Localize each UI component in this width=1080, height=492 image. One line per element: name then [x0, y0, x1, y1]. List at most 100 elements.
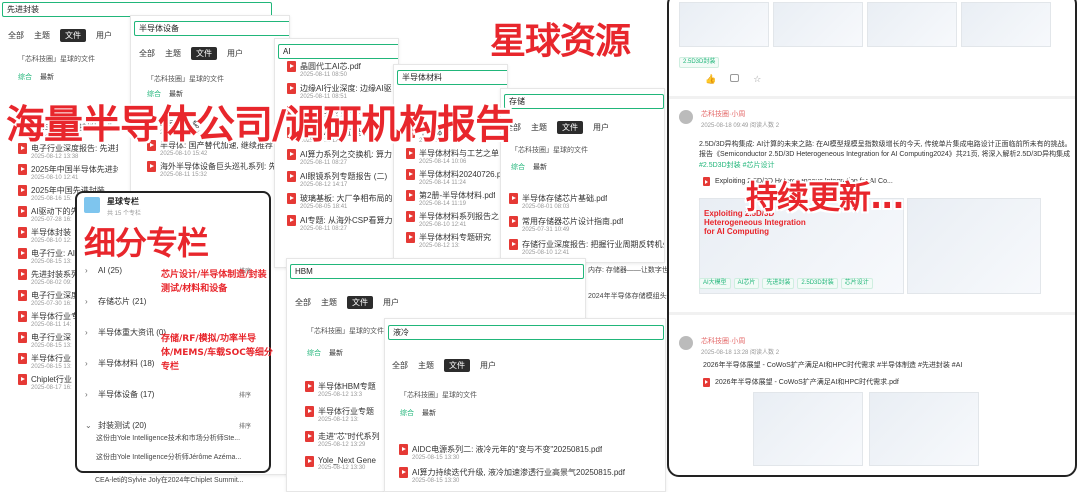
tab-all[interactable]: 全部 — [8, 29, 24, 42]
tab-user[interactable]: 用户 — [227, 47, 243, 60]
column-sub-item[interactable]: 这份由Yole Intelligence分析师Jérôme Azéma... — [96, 452, 241, 462]
column-label: 半导体重大资讯 (0) — [98, 328, 166, 337]
file-row[interactable]: 半导体材料专题研究 2025-08-12 13: — [406, 232, 506, 249]
file-row[interactable]: 存储行业深度报告: 把握行业周期反转机会 2025-08-10 12:41 — [509, 239, 664, 256]
file-row[interactable]: 晶圆代工AI芯.pdf 2025-08-11 08:50 — [287, 61, 398, 78]
file-row[interactable]: AIDC电源系列二: 液冷元年的"变与不变"20250815.pdf 2025-0… — [399, 444, 664, 461]
search-input[interactable]: AI — [278, 44, 398, 59]
file-row[interactable]: 半导体材料与工艺之单 2025-08-14 10:06 — [406, 148, 506, 165]
pdf-icon — [147, 161, 156, 172]
file-row[interactable]: 半导体材料20240726.p 2025-08-14 11:24 — [406, 169, 506, 186]
comment-icon[interactable] — [730, 74, 740, 82]
file-text: 半导体材料专题研究 2025-08-12 13: — [419, 232, 491, 249]
star-icon[interactable]: ☆ — [753, 74, 761, 85]
post-tag[interactable]: 芯片设计 — [840, 278, 873, 289]
post-tag[interactable]: 先进封装 — [762, 278, 795, 289]
tab-topic[interactable]: 主题 — [165, 47, 181, 60]
post-file[interactable]: 2026年半导体展望 - CoWoS扩产满足AI和HPC时代需求.pdf — [715, 377, 899, 387]
planet-files-label: 「芯科技圈」星球的文件 — [18, 56, 95, 63]
banner-title-columns: 细分专栏 — [84, 224, 209, 262]
file-row[interactable]: 常用存储器芯片设计指南.pdf 2025-07-31 10:49 — [509, 216, 664, 233]
file-row[interactable]: AI专题: 从海外CSP看算力 2025-08-11 08:27 — [287, 215, 398, 232]
file-list: 半导体存储芯片基础.pdf 2025-08-01 08:03 常用存储器芯片设计指南… — [509, 193, 664, 262]
file-row[interactable]: 海外半导体设备巨头巡礼系列: 先 2025-08-11 15:32 — [147, 161, 287, 178]
file-row[interactable]: 2025年中国半导体先进封装行业2025-08-10 12:41 — [18, 164, 118, 181]
tab-file[interactable]: 文件 — [557, 121, 583, 134]
tab-user[interactable]: 用户 — [96, 29, 112, 42]
tab-topic[interactable]: 主题 — [531, 121, 547, 134]
file-row[interactable]: 半导体存储芯片基础.pdf 2025-08-01 08:03 — [509, 193, 664, 210]
search-input[interactable]: 半导体材料 — [397, 70, 507, 85]
file-date: 2025-08-11 15:32 — [160, 172, 207, 178]
file-text: 半导体行业专题 2025-08-12 13: — [318, 406, 374, 423]
avatar[interactable] — [679, 110, 693, 124]
file-date: 2025-08-10 12:41 — [419, 222, 467, 228]
file-date: 2025-08-10 15:42 — [160, 151, 208, 157]
tab-topic[interactable]: 主题 — [418, 359, 434, 372]
column-sub-item[interactable]: 这份由Yole Intelligence技术和市场分析师Ste... — [96, 433, 240, 443]
file-name: 电子行业深度 — [31, 291, 79, 300]
file-name: 玻璃基板: 大厂争相布局的 — [300, 194, 393, 203]
file-text: 第2册-半导体材料.pdf 2025-08-14 11:19 — [419, 190, 495, 207]
file-text: AI算力持续迭代升级, 液冷加速渗透行业高景气20250815.pdf 2025-… — [412, 467, 625, 484]
sort-button[interactable]: 排序 — [239, 421, 251, 430]
file-name: AI算力系列之交换机: 算力 — [300, 150, 393, 159]
planet-files-label: 「芯科技圈」星球的文件 — [511, 147, 588, 154]
tab-topic[interactable]: 主题 — [34, 29, 50, 42]
sort-latest[interactable]: 最新 — [533, 162, 547, 172]
sort-comprehensive[interactable]: 综合 — [400, 408, 414, 418]
sort-latest[interactable]: 最新 — [422, 408, 436, 418]
avatar[interactable] — [679, 336, 693, 350]
tab-all[interactable]: 全部 — [392, 359, 408, 372]
tab-topic[interactable]: 主题 — [321, 296, 337, 309]
tab-file[interactable]: 文件 — [60, 29, 86, 42]
pdf-icon — [18, 353, 27, 364]
post-tag[interactable]: 2.5D3D封装 — [679, 57, 720, 68]
post-author[interactable]: 芯科技圈·小周 — [701, 109, 745, 119]
sort-latest[interactable]: 最新 — [40, 72, 54, 82]
search-input[interactable]: 存储 — [504, 94, 664, 109]
search-input[interactable]: 液冷 — [388, 325, 664, 340]
file-row[interactable]: AI算力系列之交换机: 算力 2025-08-11 08:27 — [287, 149, 398, 166]
sort-comprehensive[interactable]: 综合 — [511, 162, 525, 172]
pdf-icon — [406, 190, 415, 201]
file-text: AI眼镜系列专题报告 (二) 2025-08-12 14:17 — [300, 171, 387, 188]
tab-user[interactable]: 用户 — [593, 121, 609, 134]
post-tag[interactable]: 2.5D3D封装 — [797, 278, 838, 289]
tab-all[interactable]: 全部 — [139, 47, 155, 60]
file-text: 走进"芯"时代系列 2025-08-12 13:29 — [318, 431, 380, 448]
pdf-icon — [287, 61, 296, 72]
post-tag[interactable]: AI芯片 — [733, 278, 760, 289]
pdf-icon — [305, 406, 314, 417]
tab-user[interactable]: 用户 — [383, 296, 399, 309]
columns-logo — [84, 197, 100, 213]
tab-user[interactable]: 用户 — [480, 359, 496, 372]
column-item[interactable]: › 半导体设备 (17) 排序 — [85, 379, 269, 410]
tab-all[interactable]: 全部 — [295, 296, 311, 309]
sort-comprehensive[interactable]: 综合 — [18, 72, 32, 82]
post-image — [753, 392, 863, 466]
post-hashtags[interactable]: #2.5D3D封装 #芯片设计 — [699, 160, 774, 170]
column-label: 存储芯片 (21) — [98, 297, 147, 306]
like-icon[interactable]: 👍 — [705, 74, 716, 85]
sort-comprehensive[interactable]: 综合 — [307, 348, 321, 358]
file-row[interactable]: 半导体材料系列报告之 2025-08-10 12:41 — [406, 211, 506, 228]
file-row[interactable]: AI算力持续迭代升级, 液冷加速渗透行业高景气20250815.pdf 2025-… — [399, 467, 664, 484]
file-row[interactable]: AI眼镜系列专题报告 (二) 2025-08-12 14:17 — [287, 171, 398, 188]
post-chips: AI大模型 AI芯片 先进封装 2.5D3D封装 芯片设计 — [699, 278, 873, 289]
tab-file[interactable]: 文件 — [347, 296, 373, 309]
tab-file[interactable]: 文件 — [444, 359, 470, 372]
sort-button[interactable]: 排序 — [239, 390, 251, 399]
search-input[interactable]: HBM — [290, 264, 584, 279]
post-author[interactable]: 芯科技圈·小周 — [701, 336, 745, 346]
file-row[interactable]: 第2册-半导体材料.pdf 2025-08-14 11:19 — [406, 190, 506, 207]
search-input[interactable]: 半导体设备 — [134, 21, 289, 36]
file-name: 海外半导体设备巨头巡礼系列: 先 — [160, 162, 277, 171]
tab-file[interactable]: 文件 — [191, 47, 217, 60]
sort-latest[interactable]: 最新 — [329, 348, 343, 358]
pdf-icon — [18, 248, 27, 259]
post-tag[interactable]: AI大模型 — [699, 278, 731, 289]
file-date: 2025-08-01 08:03 — [522, 204, 570, 210]
post-time: 2025-08-18 09:49 阅读人数 2 — [701, 123, 780, 129]
file-row[interactable]: 玻璃基板: 大厂争相布局的 2025-08-05 18:41 — [287, 193, 398, 210]
